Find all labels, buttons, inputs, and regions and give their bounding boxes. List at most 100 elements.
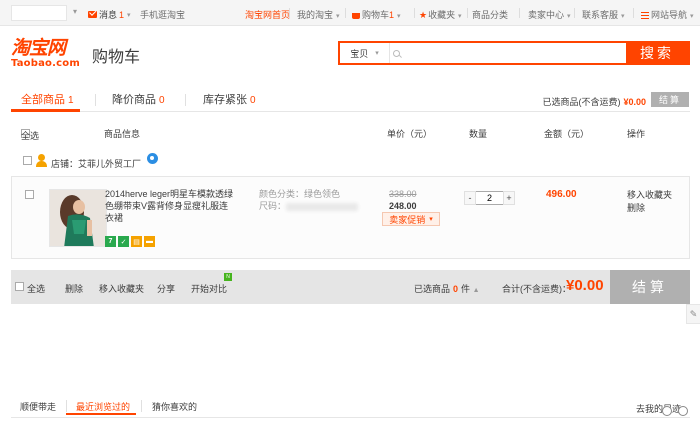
messages-link[interactable]: 消息 1 ▾ — [88, 8, 131, 21]
current-price: 248.00 — [389, 201, 417, 211]
divider — [345, 8, 346, 18]
tabs-baseline — [11, 111, 690, 112]
active-tab-indicator — [11, 109, 80, 112]
site-top-nav: ▾ 消息 1 ▾ 手机逛淘宝 淘宝网首页 我的淘宝 ▾ 购物车1 ▾ ★收藏夹 … — [0, 0, 700, 26]
select-all-bottom-label[interactable]: 全选 — [27, 282, 45, 295]
chevron-down-icon: ▾ — [565, 13, 571, 20]
login-link-area[interactable] — [11, 5, 67, 21]
compare-link[interactable]: 开始对比 — [191, 282, 227, 295]
chevron-up-icon[interactable]: ▲ — [473, 287, 480, 294]
logo-chinese: 淘宝网 — [11, 37, 66, 59]
invoice-icon[interactable]: ▤ — [131, 236, 142, 247]
seven-day-return-icon[interactable]: 7 — [105, 236, 116, 247]
tab-low-stock[interactable]: 库存紧张 0 — [203, 91, 256, 107]
contact-service-link[interactable]: 联系客服 ▾ — [582, 8, 624, 21]
item-checkbox[interactable] — [25, 190, 34, 199]
divider — [467, 8, 468, 18]
item-subtotal: 496.00 — [546, 189, 577, 200]
cart-link[interactable]: 购物车1 ▾ — [352, 8, 401, 21]
categories-link[interactable]: 商品分类 — [472, 8, 508, 21]
item-size: 尺码： — [259, 200, 359, 212]
shop-owner-icon — [36, 154, 47, 167]
select-all-bottom-checkbox[interactable] — [15, 282, 24, 291]
settings-icon[interactable] — [678, 406, 688, 416]
chevron-down-icon: ▾ — [688, 13, 694, 20]
cart-count: 1 — [389, 10, 395, 20]
quantity-increase-button[interactable]: + — [503, 191, 515, 205]
chevron-down-icon: ▾ — [456, 13, 462, 20]
col-quantity: 数量 — [469, 129, 488, 139]
quantity-decrease-button[interactable]: - — [464, 191, 476, 205]
shop-name[interactable]: 店铺：艾菲儿外贸工厂 — [51, 157, 141, 170]
divider — [95, 94, 96, 106]
share-link[interactable]: 分享 — [157, 282, 175, 295]
cart-item: 2014herve leger明星车模款透绿色绷带束V露背修身显瘦礼服连衣裙 7… — [11, 176, 690, 259]
search-category-label: 宝贝 — [350, 48, 369, 59]
chevron-down-icon: ▾ — [619, 13, 625, 20]
quantity-stepper: - + — [464, 191, 515, 205]
cart-column-header: 全选 商品信息 单价（元） 数量 金额（元） 操作 — [21, 129, 646, 141]
chat-wangwang-icon[interactable] — [147, 153, 158, 164]
bulk-delete-link[interactable]: 删除 — [65, 282, 83, 295]
checkout-button-small[interactable]: 结算 — [651, 92, 689, 107]
active-tab-indicator — [66, 413, 136, 415]
credit-card-icon[interactable]: ▬ — [144, 236, 155, 247]
selected-amount: ¥0.00 — [623, 97, 646, 107]
item-operations: 移入收藏夹 删除 — [627, 189, 672, 215]
delete-item-link[interactable]: 删除 — [627, 202, 672, 215]
total-label: 合计(不含运费)： — [502, 284, 571, 294]
divider — [141, 400, 142, 412]
search-icon — [390, 43, 402, 63]
chevron-down-icon: ▾ — [395, 13, 401, 20]
divider — [185, 94, 186, 106]
messages-count: 1 — [119, 9, 125, 20]
search-button[interactable]: 搜索 — [626, 43, 688, 63]
cart-icon — [352, 12, 360, 19]
col-unit-price: 单价（元） — [387, 129, 433, 139]
feedback-icon[interactable] — [662, 406, 672, 416]
col-operations: 操作 — [627, 129, 646, 139]
new-tag-icon: N — [224, 273, 232, 281]
guarantee-icon[interactable]: ✓ — [118, 236, 129, 247]
tab-take-along[interactable]: 顺便带走 — [20, 400, 56, 413]
bulk-move-to-favorites-link[interactable]: 移入收藏夹 — [99, 282, 144, 295]
site-nav-link[interactable]: 网站导航 ▾ — [641, 8, 693, 21]
quantity-input[interactable] — [476, 191, 503, 205]
tab-price-drop[interactable]: 降价商品 0 — [112, 91, 165, 107]
tab-you-may-like[interactable]: 猜你喜欢的 — [152, 400, 197, 413]
divider — [414, 8, 415, 18]
divider — [519, 8, 520, 18]
cart-tabs: 全部商品 1 降价商品 0 库存紧张 0 已选商品(不含运费) ¥0.00 结算 — [0, 84, 700, 112]
item-title-link[interactable]: 2014herve leger明星车模款透绿色绷带束V露背修身显瘦礼服连衣裙 — [105, 188, 235, 224]
search-input[interactable] — [402, 43, 626, 63]
favorites-link[interactable]: ★收藏夹 ▾ — [419, 8, 462, 21]
shop-checkbox[interactable] — [23, 156, 32, 165]
item-thumbnail[interactable] — [49, 189, 107, 247]
divider — [633, 8, 634, 18]
seller-center-link[interactable]: 卖家中心 ▾ — [528, 8, 570, 21]
star-icon: ★ — [419, 10, 428, 20]
mobile-taobao-link[interactable]: 手机逛淘宝 — [140, 8, 185, 21]
search-category-select[interactable]: 宝贝 ▾ — [340, 43, 390, 63]
divider — [289, 8, 290, 18]
chevron-down-icon: ▾ — [429, 216, 433, 223]
original-price: 338.00 — [389, 189, 417, 199]
taobao-logo[interactable]: 淘宝网 Taobao.com — [11, 38, 87, 70]
my-taobao-link[interactable]: 我的淘宝 ▾ — [297, 8, 339, 21]
checkout-button[interactable]: 结算 — [610, 270, 690, 304]
search-bar: 宝贝 ▾ 搜索 — [338, 41, 690, 65]
recommendation-tabs: 顺便带走 最近浏览过的 猜你喜欢的 去我的足迹» — [11, 396, 690, 418]
move-to-favorites-link[interactable]: 移入收藏夹 — [627, 189, 672, 202]
taobao-home-link[interactable]: 淘宝网首页 — [245, 8, 290, 21]
col-amount: 金额（元） — [544, 129, 590, 139]
seller-promotion-dropdown[interactable]: 卖家促销 ▾ — [382, 212, 440, 226]
selected-summary: 已选商品(不含运费) ¥0.00 — [542, 97, 646, 107]
page-title: 购物车 — [92, 49, 141, 66]
col-item-info: 商品信息 — [104, 129, 141, 139]
tab-all-items[interactable]: 全部商品 1 — [21, 91, 74, 107]
pencil-icon[interactable]: ✎ — [686, 304, 700, 324]
messages-label: 消息 — [99, 10, 118, 20]
chevron-down-icon[interactable]: ▾ — [73, 7, 77, 16]
service-badges: 7 ✓ ▤ ▬ — [105, 236, 155, 247]
tab-recently-viewed[interactable]: 最近浏览过的 — [76, 400, 130, 413]
